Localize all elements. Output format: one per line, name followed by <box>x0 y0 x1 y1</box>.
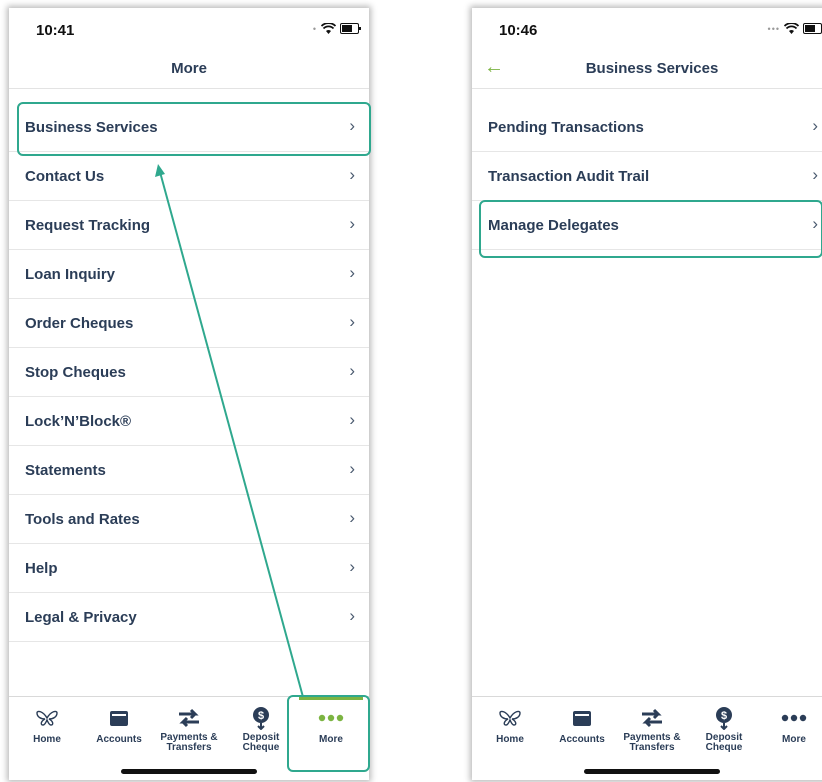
butterfly-icon <box>499 710 521 726</box>
chevron-right-icon: › <box>349 116 355 135</box>
chevron-right-icon: › <box>349 312 355 331</box>
tab-label: Accounts <box>96 734 142 745</box>
wallet-icon <box>110 711 128 726</box>
deposit-icon: $ <box>716 707 732 730</box>
tab-label: Payments & Transfers <box>160 732 218 753</box>
menu-item-contact-us[interactable]: Contact Us › <box>9 152 369 201</box>
menu-item-request-tracking[interactable]: Request Tracking › <box>9 201 369 250</box>
nav-bar: More <box>9 48 369 89</box>
nav-bar: ← Business Services <box>472 48 822 89</box>
menu-item-label: Help <box>25 560 58 577</box>
home-indicator <box>584 769 720 774</box>
wallet-icon <box>573 711 591 726</box>
tab-label: More <box>782 734 806 745</box>
menu-item-statements[interactable]: Statements › <box>9 446 369 495</box>
tab-deposit-cheque[interactable]: $ Deposit Cheque <box>225 697 297 757</box>
tab-deposit-cheque[interactable]: $ Deposit Cheque <box>688 697 760 757</box>
menu-item-manage-delegates[interactable]: Manage Delegates › <box>472 201 822 250</box>
menu-item-label: Transaction Audit Trail <box>488 168 650 185</box>
menu-list: Pending Transactions › Transaction Audit … <box>472 103 822 250</box>
menu-item-label: Lock’N’Block® <box>25 413 132 430</box>
menu-item-tools-and-rates[interactable]: Tools and Rates › <box>9 495 369 544</box>
chevron-right-icon: › <box>349 410 355 429</box>
tab-bar: Home Accounts Payments & Transfers $ Dep… <box>9 696 369 780</box>
transfer-arrows-icon <box>179 708 199 728</box>
deposit-icon: $ <box>253 707 269 730</box>
more-dots-icon <box>781 714 807 722</box>
chevron-right-icon: › <box>812 165 818 184</box>
tab-payments-transfers[interactable]: Payments & Transfers <box>153 697 225 757</box>
tab-label: Home <box>496 734 524 745</box>
page-title: Business Services <box>585 60 719 77</box>
menu-item-loan-inquiry[interactable]: Loan Inquiry › <box>9 250 369 299</box>
menu-item-label: Tools and Rates <box>25 511 140 528</box>
svg-text:$: $ <box>258 710 264 722</box>
page-title: More <box>171 60 207 77</box>
menu-item-label: Statements <box>25 462 106 479</box>
tab-payments-transfers[interactable]: Payments & Transfers <box>616 697 688 757</box>
menu-item-transaction-audit-trail[interactable]: Transaction Audit Trail › <box>472 152 822 201</box>
tab-more[interactable]: More <box>758 697 822 757</box>
menu-item-label: Request Tracking <box>25 217 151 234</box>
tab-label: Home <box>33 734 61 745</box>
chevron-right-icon: › <box>349 606 355 625</box>
menu-item-lock-n-block[interactable]: Lock’N’Block® › <box>9 397 369 446</box>
tab-label: Accounts <box>559 734 605 745</box>
menu-item-stop-cheques[interactable]: Stop Cheques › <box>9 348 369 397</box>
butterfly-icon <box>36 710 58 726</box>
status-icons: • <box>312 23 361 34</box>
wifi-icon <box>784 23 799 34</box>
status-icons: ••• <box>768 23 822 34</box>
status-bar: 10:46 ••• <box>472 8 822 48</box>
signal-icon: ••• <box>767 23 780 34</box>
tab-home[interactable]: Home <box>11 697 83 757</box>
menu-item-label: Pending Transactions <box>488 119 644 136</box>
menu-item-label: Contact Us <box>25 168 105 185</box>
svg-text:$: $ <box>721 710 727 722</box>
menu-item-label: Loan Inquiry <box>25 266 115 283</box>
wifi-icon <box>321 23 336 34</box>
tab-label: Deposit Cheque <box>705 732 743 753</box>
tab-home[interactable]: Home <box>474 697 546 757</box>
status-time: 10:41 <box>36 22 75 39</box>
status-time: 10:46 <box>499 22 538 39</box>
menu-item-label: Order Cheques <box>25 315 134 332</box>
tab-label: More <box>319 734 343 745</box>
tab-label: Deposit Cheque <box>242 732 280 753</box>
menu-item-legal-privacy[interactable]: Legal & Privacy › <box>9 593 369 642</box>
more-dots-icon <box>318 714 344 722</box>
signal-icon: • <box>312 23 317 34</box>
menu-item-label: Legal & Privacy <box>25 609 137 626</box>
home-indicator <box>121 769 257 774</box>
chevron-right-icon: › <box>812 116 818 135</box>
chevron-right-icon: › <box>349 361 355 380</box>
transfer-arrows-icon <box>642 708 662 728</box>
tab-label: Payments & Transfers <box>623 732 681 753</box>
chevron-right-icon: › <box>349 263 355 282</box>
battery-icon <box>340 23 361 34</box>
menu-item-help[interactable]: Help › <box>9 544 369 593</box>
menu-item-pending-transactions[interactable]: Pending Transactions › <box>472 103 822 152</box>
chevron-right-icon: › <box>812 214 818 233</box>
phone-screen-more: 10:41 • More Business Services › Contact … <box>9 8 369 780</box>
menu-item-order-cheques[interactable]: Order Cheques › <box>9 299 369 348</box>
chevron-right-icon: › <box>349 459 355 478</box>
phone-screen-business-services: 10:46 ••• ← Business Services Pending Tr… <box>472 8 822 780</box>
menu-item-label: Stop Cheques <box>25 364 126 381</box>
chevron-right-icon: › <box>349 165 355 184</box>
chevron-right-icon: › <box>349 508 355 527</box>
battery-icon <box>803 23 822 34</box>
tab-accounts[interactable]: Accounts <box>546 697 618 757</box>
menu-item-business-services[interactable]: Business Services › <box>9 103 369 152</box>
menu-item-label: Business Services <box>25 119 158 136</box>
menu-list: Business Services › Contact Us › Request T… <box>9 103 369 642</box>
tab-more[interactable]: More <box>295 697 367 757</box>
chevron-right-icon: › <box>349 557 355 576</box>
tab-accounts[interactable]: Accounts <box>83 697 155 757</box>
chevron-right-icon: › <box>349 214 355 233</box>
tab-bar: Home Accounts Payments & Transfers $ Dep… <box>472 696 822 780</box>
menu-item-label: Manage Delegates <box>488 217 619 234</box>
active-tab-indicator <box>299 697 363 700</box>
status-bar: 10:41 • <box>9 8 369 48</box>
